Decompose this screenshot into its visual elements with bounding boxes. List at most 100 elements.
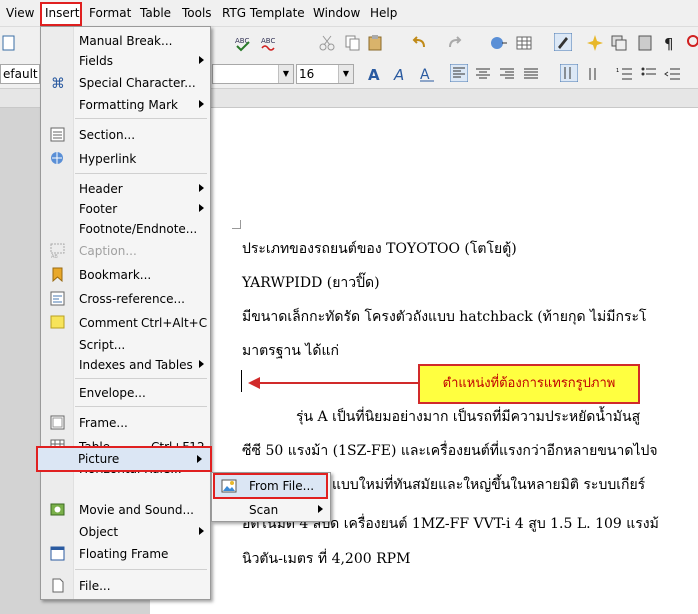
bullets-icon[interactable] bbox=[640, 65, 658, 83]
document-line[interactable]: YARWPIDD (ยาวปิ๊ด) bbox=[242, 272, 380, 294]
table-icon[interactable] bbox=[515, 34, 533, 52]
menu-item-label: Header bbox=[79, 182, 123, 196]
text-cursor bbox=[241, 370, 242, 392]
menu-item-label: Movie and Sound... bbox=[79, 503, 194, 517]
autospellcheck-icon[interactable]: ABC bbox=[260, 34, 278, 52]
numbering-icon[interactable]: 1 bbox=[616, 65, 634, 83]
redo-icon[interactable] bbox=[446, 34, 464, 52]
menu-item-comment[interactable]: Comment Ctrl+Alt+C bbox=[41, 312, 210, 334]
menu-item-hyperlink[interactable]: Hyperlink bbox=[41, 148, 210, 170]
menu-item-cross-reference[interactable]: Cross-reference... bbox=[41, 288, 210, 310]
svg-text:1: 1 bbox=[616, 68, 619, 74]
document-line[interactable]: นิวตัน-เมตร ที่ 4,200 RPM bbox=[242, 548, 410, 570]
decrease-indent-icon[interactable] bbox=[664, 65, 682, 83]
undo-icon[interactable] bbox=[410, 34, 428, 52]
picture-icon bbox=[221, 479, 237, 493]
paragraph-style-value: efault bbox=[3, 67, 38, 81]
menu-item-label: Hyperlink bbox=[79, 152, 137, 166]
show-draw-functions-icon[interactable] bbox=[554, 33, 572, 51]
svg-text:ABC: ABC bbox=[261, 37, 275, 45]
menu-item-frame[interactable]: Frame... bbox=[41, 412, 210, 434]
nonprinting-chars-icon[interactable]: ¶ bbox=[660, 34, 678, 52]
submenu-item-label: From File... bbox=[249, 479, 315, 493]
comment-icon bbox=[50, 315, 65, 329]
document-line[interactable]: แบบใหม่ที่ทันสมัยและใหญ่ขึ้นในหลายมิติ ร… bbox=[332, 474, 645, 496]
menu-item-manual-break[interactable]: Manual Break... bbox=[41, 30, 210, 52]
menu-format[interactable]: Format bbox=[89, 6, 131, 20]
menu-item-special-character[interactable]: ⌘ Special Character... bbox=[41, 72, 210, 94]
font-size-combo[interactable]: 16 ▼ bbox=[296, 64, 354, 84]
submenu-arrow-icon bbox=[199, 184, 204, 192]
file-icon bbox=[52, 578, 64, 593]
document-line[interactable]: มีขนาดเล็กกะทัดรัด โครงตัวถังแบบ hatchba… bbox=[242, 306, 647, 328]
copy-icon[interactable] bbox=[344, 34, 362, 52]
menu-item-footnote-endnote[interactable]: Footnote/Endnote... bbox=[41, 218, 210, 240]
menu-item-footer[interactable]: Footer bbox=[41, 198, 210, 220]
align-right-icon[interactable] bbox=[498, 65, 516, 83]
menu-item-formatting-mark[interactable]: Formatting Mark bbox=[41, 94, 210, 116]
document-line[interactable]: ประเภทของรถยนต์ของ TOYOTOO (โตโยตู้) bbox=[242, 238, 517, 260]
italic-icon[interactable]: A bbox=[392, 65, 410, 83]
section-icon bbox=[50, 127, 65, 142]
menu-item-label: Frame... bbox=[79, 416, 128, 430]
menu-item-fields[interactable]: Fields bbox=[41, 50, 210, 72]
paragraph-style-combo[interactable]: efault bbox=[0, 64, 40, 84]
gallery-icon[interactable] bbox=[610, 34, 628, 52]
menu-item-label: Floating Frame bbox=[79, 547, 169, 561]
menu-item-picture[interactable]: Picture bbox=[36, 446, 212, 472]
spellcheck-icon[interactable]: ABC bbox=[234, 34, 252, 52]
submenu-item-label: Scan bbox=[249, 503, 279, 517]
menu-window[interactable]: Window bbox=[313, 6, 360, 20]
menu-item-section[interactable]: Section... bbox=[41, 124, 210, 146]
menu-item-label: Fields bbox=[79, 54, 113, 68]
data-sources-icon[interactable] bbox=[636, 34, 654, 52]
svg-text:A: A bbox=[368, 66, 380, 83]
cut-icon[interactable] bbox=[318, 34, 336, 52]
font-size-value: 16 bbox=[299, 67, 315, 81]
justify-icon[interactable] bbox=[522, 65, 540, 83]
menu-item-movie-and-sound[interactable]: Movie and Sound... bbox=[41, 499, 210, 521]
underline-icon[interactable]: A bbox=[418, 65, 436, 83]
right-to-left-icon[interactable] bbox=[584, 65, 602, 83]
submenu-arrow-icon bbox=[199, 360, 204, 368]
menu-item-indexes-and-tables[interactable]: Indexes and Tables bbox=[41, 354, 210, 376]
align-center-icon[interactable] bbox=[474, 65, 492, 83]
new-document-icon[interactable] bbox=[0, 34, 18, 52]
chevron-down-icon[interactable]: ▼ bbox=[278, 65, 293, 83]
bookmark-icon bbox=[52, 267, 63, 282]
chevron-down-icon[interactable]: ▼ bbox=[338, 65, 353, 83]
document-line[interactable]: ซีซี 50 แรงม้า (1SZ-FE) และเครื่องยนต์ที… bbox=[242, 440, 658, 462]
left-to-right-icon[interactable] bbox=[560, 64, 578, 82]
menu-tools[interactable]: Tools bbox=[182, 6, 212, 20]
paste-icon[interactable] bbox=[366, 34, 384, 52]
menu-view[interactable]: View bbox=[6, 6, 34, 20]
zoom-icon[interactable] bbox=[686, 34, 698, 52]
menu-item-file[interactable]: File... bbox=[41, 575, 210, 597]
bold-icon[interactable]: A bbox=[366, 65, 384, 83]
menu-insert[interactable]: Insert bbox=[45, 6, 79, 20]
submenu-arrow-icon bbox=[199, 100, 204, 108]
font-name-combo[interactable]: ▼ bbox=[212, 64, 294, 84]
submenu-item-scan[interactable]: Scan bbox=[211, 499, 329, 521]
menu-item-script[interactable]: Script... bbox=[41, 334, 210, 356]
submenu-item-from-file[interactable]: From File... bbox=[213, 473, 328, 499]
document-line[interactable]: รุ่น A เป็นที่นิยมอย่างมาก เป็นรถที่มีคว… bbox=[296, 406, 640, 428]
document-line[interactable]: มาตรฐาน ได้แก่ bbox=[242, 340, 339, 362]
menu-item-floating-frame[interactable]: Floating Frame bbox=[41, 543, 210, 565]
menu-item-label: Script... bbox=[79, 338, 126, 352]
menu-help[interactable]: Help bbox=[370, 6, 397, 20]
document-page[interactable] bbox=[150, 108, 698, 614]
submenu-arrow-icon bbox=[199, 204, 204, 212]
cross-reference-icon bbox=[50, 291, 65, 306]
align-left-icon[interactable] bbox=[450, 64, 468, 82]
menu-item-object[interactable]: Object bbox=[41, 521, 210, 543]
hyperlink-icon[interactable] bbox=[490, 34, 508, 52]
menu-item-header[interactable]: Header bbox=[41, 178, 210, 200]
menu-item-label: Manual Break... bbox=[79, 34, 173, 48]
menu-item-bookmark[interactable]: Bookmark... bbox=[41, 264, 210, 286]
menu-item-label: Formatting Mark bbox=[79, 98, 178, 112]
menu-rtg-template[interactable]: RTG Template bbox=[222, 6, 305, 20]
menu-item-envelope[interactable]: Envelope... bbox=[41, 382, 210, 404]
menu-table[interactable]: Table bbox=[140, 6, 171, 20]
navigator-icon[interactable] bbox=[586, 34, 604, 52]
